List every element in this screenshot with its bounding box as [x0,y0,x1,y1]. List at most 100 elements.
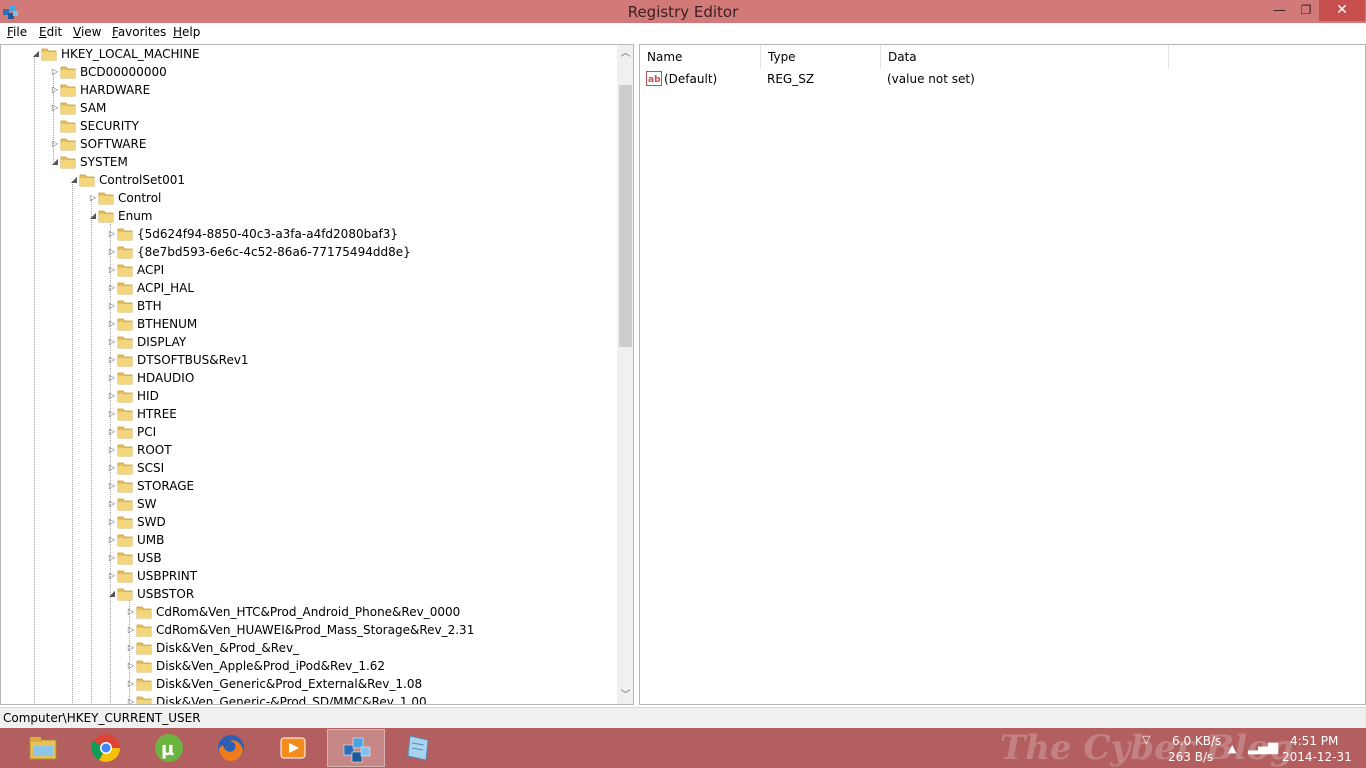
title-bar: Registry Editor — ❐ ✕ [0,0,1366,23]
collapse-arrow-icon[interactable]: ◢ [69,171,79,189]
expand-arrow-icon[interactable]: ▷ [107,459,117,477]
expand-arrow-icon[interactable]: ▷ [126,603,136,621]
expand-arrow-icon[interactable]: ▷ [107,333,117,351]
expand-arrow-icon[interactable]: ▷ [107,405,117,423]
taskbar: The Cyber Blog µ ▽ 6.0 KB/s 263 B/s ▲ ▂▄… [0,728,1366,768]
scroll-down-arrow-icon[interactable]: ﹀ [617,687,633,704]
menu-favorites[interactable]: Favorites [112,25,166,39]
expand-arrow-icon[interactable]: ▷ [107,567,117,585]
maximize-button[interactable]: ❐ [1293,0,1319,21]
taskbar-media-player[interactable] [264,729,322,767]
tree-node-label: BCD00000000 [80,65,167,79]
folder-icon [60,84,76,97]
menu-view-label: iew [80,25,102,39]
string-value-icon: ab [646,71,662,86]
show-hidden-icons-icon[interactable]: ▲ [1228,742,1236,755]
column-header-data[interactable]: Data [881,45,1169,69]
network-speed-down-icon: ▽ [1142,733,1151,746]
taskbar-file-explorer[interactable] [14,729,72,767]
folder-icon [60,156,76,169]
tree-node-label: SW [137,497,157,511]
folder-icon [136,624,152,637]
folder-icon [117,462,133,475]
expand-arrow-icon[interactable]: ▷ [50,135,60,153]
minimize-button[interactable]: — [1266,0,1293,21]
menu-edit[interactable]: Edit [39,25,62,39]
taskbar-chrome[interactable] [77,729,135,767]
tree-node-label: SOFTWARE [80,137,147,151]
expand-arrow-icon[interactable]: ▷ [107,243,117,261]
menu-file[interactable]: File [7,25,27,39]
expand-arrow-icon[interactable]: ▷ [107,297,117,315]
taskbar-notepad[interactable] [389,729,447,767]
tree-node-label: PCI [137,425,157,439]
expand-arrow-icon[interactable]: ▷ [50,99,60,117]
expand-arrow-icon[interactable]: ▷ [107,495,117,513]
column-header-type[interactable]: Type [761,45,881,69]
menu-view-accel: V [73,25,81,39]
folder-icon [117,372,133,385]
collapse-arrow-icon[interactable]: ◢ [107,585,117,603]
value-row[interactable]: ab (Default) REG_SZ (value not set) [640,69,1160,89]
scroll-thumb[interactable] [619,85,632,347]
menu-bar: File Edit View Favorites Help [0,23,1366,43]
tree-node-label: CdRom&Ven_HUAWEI&Prod_Mass_Storage&Rev_2… [156,623,475,637]
close-button[interactable]: ✕ [1319,0,1365,21]
utorrent-icon: µ [155,734,183,762]
tree-node-label: Control [118,191,162,205]
expand-arrow-icon[interactable]: ▷ [107,549,117,567]
menu-view[interactable]: View [73,25,101,39]
menu-help[interactable]: Help [173,25,200,39]
expand-arrow-icon[interactable]: ▷ [50,63,60,81]
folder-icon [98,210,114,223]
tree-guide-line [91,199,92,704]
expand-arrow-icon[interactable]: ▷ [107,387,117,405]
clock-time[interactable]: 4:51 PM [1290,734,1338,748]
expand-arrow-icon[interactable]: ▷ [107,513,117,531]
folder-icon [117,246,133,259]
folder-icon [41,48,57,61]
expand-arrow-icon[interactable]: ▷ [107,531,117,549]
expand-arrow-icon[interactable]: ▷ [107,261,117,279]
expand-arrow-icon[interactable]: ▷ [126,639,136,657]
menu-help-accel: H [173,25,183,39]
tree-node-label: UMB [137,533,165,547]
clock-date[interactable]: 2014-12-31 [1282,750,1352,764]
folder-icon [60,138,76,151]
tree-node-label: USBSTOR [137,587,195,601]
values-list-pane[interactable]: Name Type Data ab (Default) REG_SZ (valu… [639,44,1366,705]
expand-arrow-icon[interactable]: ▷ [126,675,136,693]
column-header-name[interactable]: Name [640,45,761,69]
taskbar-registry-editor[interactable] [327,729,385,767]
value-type: REG_SZ [767,72,815,86]
status-bar: Computer\HKEY_CURRENT_USER [0,707,1366,728]
folder-icon [117,336,133,349]
firefox-icon [218,735,244,762]
expand-arrow-icon[interactable]: ▷ [88,189,98,207]
expand-arrow-icon[interactable]: ▷ [107,369,117,387]
expand-arrow-icon[interactable]: ▷ [126,693,136,704]
taskbar-utorrent[interactable]: µ [140,729,198,767]
expand-arrow-icon[interactable]: ▷ [107,351,117,369]
expand-arrow-icon[interactable]: ▷ [107,441,117,459]
collapse-arrow-icon[interactable]: ◢ [88,207,98,225]
collapse-arrow-icon[interactable]: ◢ [50,153,60,171]
collapse-arrow-icon[interactable]: ◢ [31,45,41,63]
expand-arrow-icon[interactable]: ▷ [107,477,117,495]
expand-arrow-icon[interactable]: ▷ [126,621,136,639]
tree-node-label: SYSTEM [80,155,128,169]
tree-node-label: Disk&Ven_Apple&Prod_iPod&Rev_1.62 [156,659,386,673]
expand-arrow-icon[interactable]: ▷ [107,423,117,441]
expand-arrow-icon[interactable]: ▷ [50,81,60,99]
expand-arrow-icon[interactable]: ▷ [107,315,117,333]
key-tree-pane[interactable]: ◢ HKEY_LOCAL_MACHINE ▷ BCD00000000 ▷ HARDWARE… [0,44,634,705]
scroll-up-arrow-icon[interactable]: ︿ [617,45,633,62]
tree-vertical-scrollbar[interactable]: ︿ ﹀ [617,45,633,704]
folder-icon [117,570,133,583]
network-signal-icon[interactable]: ▂▄▆ [1248,740,1278,755]
expand-arrow-icon[interactable]: ▷ [107,225,117,243]
expand-arrow-icon[interactable]: ▷ [107,279,117,297]
taskbar-firefox[interactable] [202,729,260,767]
expand-arrow-icon[interactable]: ▷ [126,657,136,675]
tree-node-label: ROOT [137,443,172,457]
